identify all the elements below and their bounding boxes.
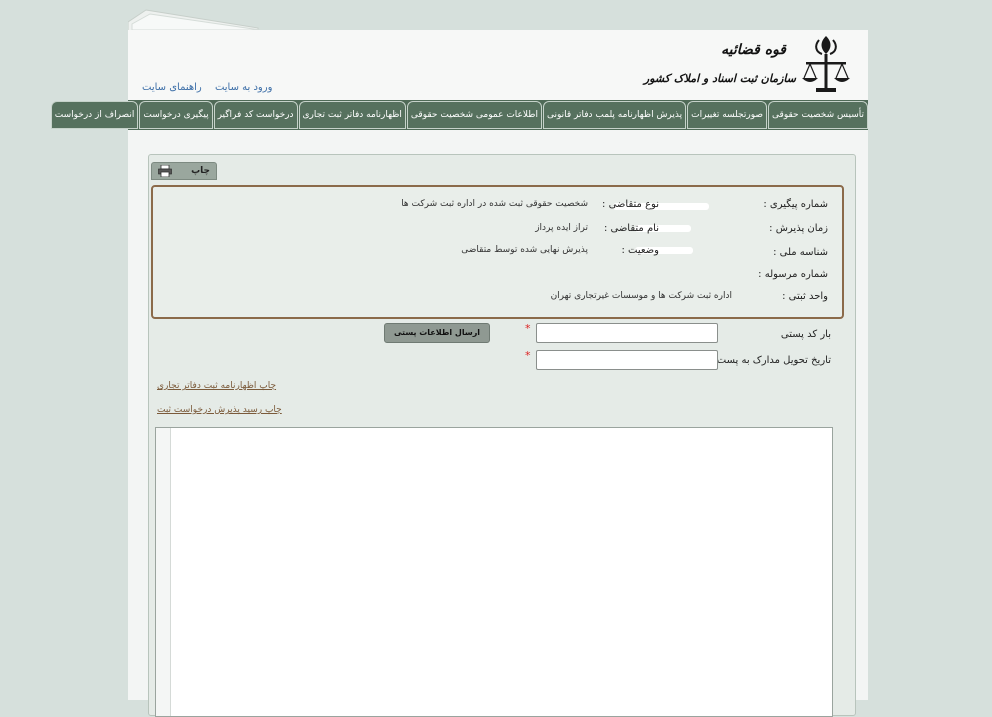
tracking-number-label: شماره پیگیری : [763, 199, 828, 210]
applicant-name-value: تراز ایده پرداز [535, 223, 588, 233]
content-panel: چاپ شماره پیگیری : نوع متقاضی : شخصیت حق… [148, 154, 856, 717]
scales-emblem-icon [802, 36, 850, 92]
scrollbar[interactable] [156, 428, 171, 716]
applicant-type-label: نوع متقاضی : [602, 199, 659, 210]
page-container: قوه قضائیه سازمان ثبت اسناد و املاک کشور… [50, 30, 868, 717]
logo-subtitle: سازمان ثبت اسناد و املاک کشور [643, 72, 796, 85]
delivery-date-label: تاریخ تحویل مدارک به پست [716, 355, 831, 366]
postal-barcode-label: بار کد پستی [780, 329, 831, 340]
print-receipt-link[interactable]: چاپ رسید پذیرش درخواست ثبت [157, 405, 282, 415]
applicant-name-label: نام متقاضی : [603, 223, 659, 234]
print-declaration-link[interactable]: چاپ اظهارنامه ثبت دفاتر تجاری [157, 381, 276, 391]
request-info-box: شماره پیگیری : نوع متقاضی : شخصیت حقوقی … [151, 185, 844, 319]
applicant-type-value: شخصیت حقوقی ثبت شده در اداره ثبت شرکت ها [401, 199, 588, 209]
document-frame[interactable] [155, 427, 833, 717]
nav-item-seal-declaration[interactable]: پذیرش اظهارنامه پلمب دفاتر قانونی [542, 101, 687, 129]
registration-unit-label: واحد ثبتی : [782, 291, 828, 302]
nav-item-entity-info[interactable]: اطلاعات عمومی شخصیت حقوقی [406, 101, 542, 129]
required-mark: * [525, 349, 531, 362]
nav-item-establish-entity[interactable]: تأسیس شخصیت حقوقی [768, 101, 868, 129]
printer-icon [158, 165, 172, 177]
site-logo[interactable]: قوه قضائیه سازمان ثبت اسناد و املاک کشور [644, 34, 852, 98]
nav-item-change-minutes[interactable]: صورتجلسه تغییرات [687, 101, 768, 129]
nav-item-cancel-request[interactable]: انصراف از درخواست [50, 101, 139, 129]
required-mark: * [525, 322, 531, 335]
delivery-date-input[interactable] [536, 350, 718, 370]
acceptance-time-label: زمان پذیرش : [769, 223, 828, 234]
send-postal-info-button[interactable]: ارسال اطلاعات پستی [384, 323, 490, 343]
help-link[interactable]: راهنمای سایت [142, 82, 202, 93]
postal-barcode-input[interactable] [536, 323, 718, 343]
national-id-label: شناسه ملی : [773, 247, 828, 258]
print-label: چاپ [191, 166, 210, 176]
top-links: ورود به سایت راهنمای سایت [132, 82, 272, 93]
main-nav: تأسیس شخصیت حقوقی صورتجلسه تغییرات پذیرش… [50, 100, 868, 130]
print-tab[interactable]: چاپ [151, 162, 217, 180]
paper-decoration [128, 9, 261, 32]
nav-item-commercial-books[interactable]: اظهارنامه دفاتر ثبت تجاری [298, 101, 406, 129]
login-link[interactable]: ورود به سایت [215, 82, 272, 93]
site-header: قوه قضائیه سازمان ثبت اسناد و املاک کشور… [128, 30, 868, 100]
registration-unit-value: اداره ثبت شرکت ها و موسسات غیرتجاری تهرا… [550, 291, 732, 301]
shipment-number-label: شماره مرسوله : [758, 269, 828, 280]
nav-item-universal-code[interactable]: درخواست کد فراگیر [213, 101, 298, 129]
logo-title: قوه قضائیه [721, 42, 786, 58]
nav-item-track-request[interactable]: پیگیری درخواست [139, 101, 213, 129]
status-value: پذیرش نهایی شده توسط متقاضی [461, 245, 588, 255]
status-label: وضعیت : [621, 245, 659, 256]
